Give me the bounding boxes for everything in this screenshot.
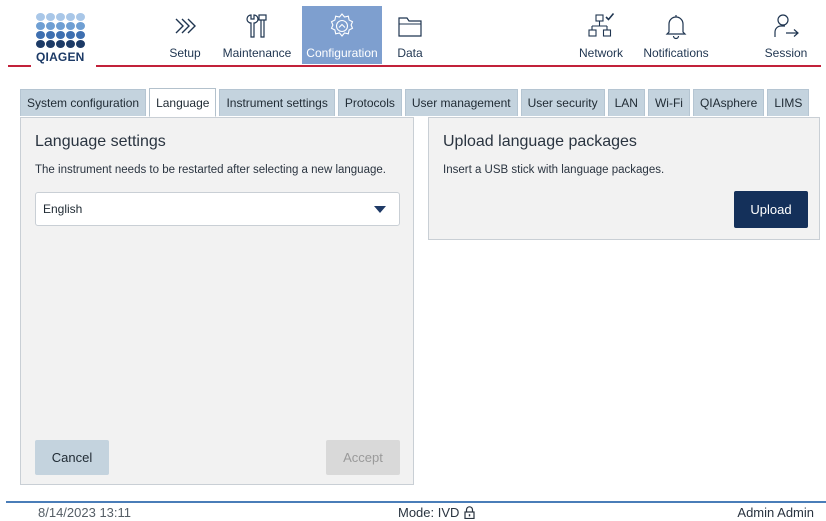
- timestamp: 8/14/2023 13:11: [38, 505, 132, 520]
- restart-notice: The instrument needs to be restarted aft…: [35, 164, 386, 176]
- nav-configuration[interactable]: Configuration: [302, 6, 382, 64]
- tab-lan[interactable]: LAN: [607, 89, 645, 116]
- network-connected-icon: [588, 12, 615, 37]
- logo-dots: [36, 13, 94, 48]
- logo-dot: [36, 40, 45, 48]
- upload-button[interactable]: Upload: [734, 191, 808, 228]
- accept-button[interactable]: Accept: [326, 440, 400, 475]
- tab-system-configuration[interactable]: System configuration: [20, 89, 147, 116]
- footer-divider: [6, 501, 826, 503]
- language-settings-panel: Language settings The instrument needs t…: [20, 117, 414, 485]
- header-accent-line-left: [8, 65, 31, 67]
- bell-icon: [665, 15, 687, 40]
- tab-protocols[interactable]: Protocols: [337, 89, 402, 116]
- tab-instrument-settings[interactable]: Instrument settings: [219, 89, 335, 116]
- mode-indicator: Mode: IVD: [398, 505, 476, 520]
- tools-icon: [246, 14, 267, 38]
- logo-dot: [66, 22, 75, 30]
- nav-session-label: Session: [764, 46, 808, 60]
- logo-dot: [36, 13, 45, 21]
- nav-notifications-label: Notifications: [643, 46, 709, 60]
- nav-maintenance[interactable]: Maintenance: [218, 6, 296, 64]
- caret-down-icon: [374, 206, 386, 213]
- nav-setup-label: Setup: [169, 46, 201, 60]
- nav-network[interactable]: Network: [574, 6, 628, 64]
- logo-wordmark: QIAGEN: [36, 50, 85, 64]
- logo-dot: [56, 31, 65, 39]
- logo-dot: [36, 31, 45, 39]
- nav-data[interactable]: Data: [390, 6, 430, 64]
- nav-configuration-label: Configuration: [306, 46, 378, 60]
- language-select-value: English: [43, 202, 83, 216]
- logo-dot: [76, 40, 85, 48]
- logo-dot: [66, 40, 75, 48]
- logo-dot: [76, 13, 85, 21]
- mode-label: Mode: IVD: [398, 505, 460, 520]
- current-user: Admin Admin: [737, 505, 814, 520]
- qiagen-logo: QIAGEN: [36, 13, 94, 64]
- upload-language-packages-panel: Upload language packages Insert a USB st…: [428, 117, 820, 240]
- logo-dot: [46, 22, 55, 30]
- upload-packages-title: Upload language packages: [443, 133, 637, 150]
- tab-user-security[interactable]: User security: [520, 89, 605, 116]
- nav-maintenance-label: Maintenance: [222, 46, 292, 60]
- tab-wi-fi[interactable]: Wi-Fi: [647, 89, 690, 116]
- logo-dot: [36, 22, 45, 30]
- header-accent-line-right: [96, 65, 821, 67]
- logo-dot: [46, 40, 55, 48]
- logo-dot: [46, 31, 55, 39]
- nav-data-label: Data: [397, 46, 423, 60]
- cancel-button[interactable]: Cancel: [35, 440, 109, 475]
- nav-notifications[interactable]: Notifications: [638, 6, 714, 64]
- top-navigation-bar: QIAGEN Setup Maintenance Configuration D…: [0, 0, 826, 70]
- chevrons-right-icon: [175, 18, 196, 34]
- logo-dot: [66, 31, 75, 39]
- user-logout-icon: [774, 14, 799, 37]
- nav-setup[interactable]: Setup: [160, 6, 210, 64]
- lock-icon: [464, 506, 476, 519]
- logo-dot: [76, 22, 85, 30]
- tab-language[interactable]: Language: [149, 88, 217, 117]
- logo-dot: [56, 40, 65, 48]
- logo-dot: [76, 31, 85, 39]
- tab-qiasphere[interactable]: QIAsphere: [692, 89, 765, 116]
- configuration-tabs: System configuration Language Instrument…: [20, 88, 810, 117]
- logo-dot: [46, 13, 55, 21]
- folder-icon: [398, 17, 422, 37]
- logo-dot: [56, 22, 65, 30]
- gear-icon: [330, 13, 354, 37]
- app-screen: QIAGEN Setup Maintenance Configuration D…: [0, 0, 826, 521]
- logo-dot: [56, 13, 65, 21]
- logo-dot: [66, 13, 75, 21]
- tab-lims[interactable]: LIMS: [767, 89, 810, 116]
- language-settings-title: Language settings: [35, 133, 166, 150]
- upload-instructions: Insert a USB stick with language package…: [443, 164, 665, 176]
- tab-user-management[interactable]: User management: [404, 89, 518, 116]
- nav-session[interactable]: Session: [758, 6, 814, 64]
- status-bar: 8/14/2023 13:11 Mode: IVD Admin Admin: [0, 505, 826, 521]
- nav-network-label: Network: [578, 46, 623, 60]
- language-select[interactable]: English: [35, 192, 400, 226]
